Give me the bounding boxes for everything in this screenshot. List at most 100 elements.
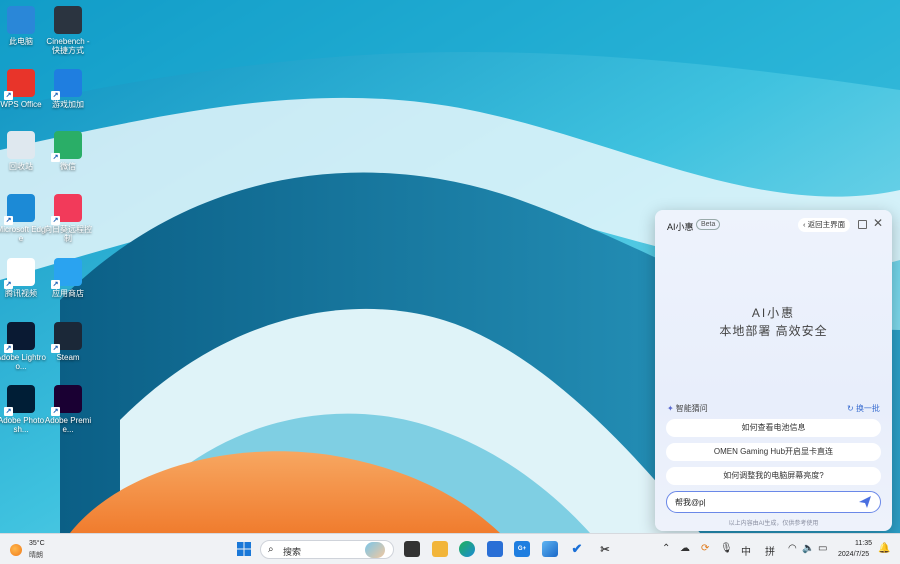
photoshop-icon: ↗	[4, 385, 35, 416]
game-plus-taskbar-icon[interactable]: G+	[514, 541, 530, 557]
close-icon[interactable]: ✕	[873, 216, 883, 230]
monitor-icon	[7, 6, 35, 34]
desktop-shortcut-label: Adobe Premie...	[44, 416, 92, 434]
desktop-shortcut[interactable]: ↗ Adobe Premie...	[45, 385, 91, 434]
taskbar: 35°C 晴朗 ⌕ 搜索 G+ ✔ ✂ ⌃ ☁ ⟳ 🎙 中 拼 ◠ 🔈 ▭ 11…	[0, 533, 900, 564]
start-button[interactable]	[236, 541, 252, 557]
battery-icon[interactable]: ▭	[818, 543, 827, 554]
desktop-shortcut[interactable]: ↗ WPS Office	[0, 69, 44, 109]
sync-icon[interactable]: ⟳	[701, 543, 709, 554]
send-icon[interactable]	[858, 495, 872, 509]
store-icon[interactable]	[487, 541, 503, 557]
clock-time[interactable]: 11:35	[855, 540, 872, 547]
steam-icon: ↗	[51, 322, 82, 353]
desktop-shortcut-label: Steam	[56, 353, 80, 362]
desktop-shortcut[interactable]: ↗ Steam	[45, 322, 91, 362]
desktop-shortcut-label: Adobe Lightroo...	[0, 353, 46, 371]
search-placeholder: 搜索	[283, 547, 302, 557]
desktop-shortcut[interactable]: ↗ Adobe Photosh...	[0, 385, 44, 434]
lightroom-icon: ↗	[4, 322, 35, 353]
shortcut-arrow-icon: ↗	[51, 153, 60, 162]
edge-taskbar-icon[interactable]	[459, 541, 475, 557]
ai-chat-input[interactable]	[675, 496, 855, 508]
back-to-main-button[interactable]: ‹ 返回主界面	[798, 218, 851, 232]
file-explorer-icon[interactable]	[432, 541, 448, 557]
ai-disclaimer: 以上内容由AI生成，仅供参考使用	[728, 521, 819, 527]
desktop-shortcut[interactable]: ↗ 向日葵远程控制	[44, 194, 92, 243]
suggestion-chip[interactable]: 如何查看电池信息	[666, 419, 881, 437]
todo-check-icon[interactable]: ✔	[569, 541, 585, 557]
desktop-shortcut-label: WPS Office	[0, 100, 42, 109]
desktop-shortcut-label: Microsoft Edge	[0, 225, 46, 243]
desktop-shortcut-label: 腾讯视频	[5, 289, 37, 298]
windows-logo-icon	[237, 542, 251, 556]
desktop-shortcut[interactable]: ↗ 腾讯视频	[0, 258, 44, 298]
ime-mode-indicator[interactable]: 拼	[765, 543, 775, 558]
refresh-label: 换一批	[855, 404, 880, 413]
pin-window-icon[interactable]	[858, 220, 867, 229]
ai-hero-subtitle: 本地部署 高效安全	[719, 324, 828, 338]
desktop-shortcut-label: 此电脑	[9, 37, 33, 46]
ai-hero-title: AI小惠	[751, 306, 796, 320]
edge-icon: ↗	[4, 194, 35, 225]
clock-date[interactable]: 2024/7/25	[838, 551, 869, 558]
sunflower-icon: ↗	[51, 194, 82, 225]
premiere-icon: ↗	[51, 385, 82, 416]
suggestion-chip[interactable]: OMEN Gaming Hub开启显卡直连	[666, 443, 881, 461]
shortcut-arrow-icon: ↗	[51, 216, 60, 225]
shortcut-arrow-icon: ↗	[51, 407, 60, 416]
desktop-shortcut[interactable]: ↗ 微信	[45, 131, 91, 171]
ai-panel-header: AI小惠 Beta ‹ 返回主界面 ✕	[655, 210, 892, 240]
desktop-shortcut[interactable]: 此电脑	[0, 6, 44, 46]
shortcut-arrow-icon: ↗	[4, 91, 13, 100]
shortcut-arrow-icon: ↗	[51, 91, 60, 100]
desktop-shortcut-label: 应用商店	[52, 289, 84, 298]
desktop-shortcut[interactable]: Cinebench - 快捷方式	[45, 6, 91, 55]
ai-chat-input-box	[666, 491, 881, 513]
search-highlight-image	[365, 542, 385, 558]
shortcut-arrow-icon: ↗	[4, 280, 13, 289]
weather-sun-icon[interactable]	[10, 544, 22, 556]
desktop-shortcut-label: 微信	[60, 162, 76, 171]
suggestion-chip[interactable]: 如何调整我的电脑屏幕亮度?	[666, 467, 881, 485]
wps-icon: ↗	[4, 69, 35, 100]
weather-temperature[interactable]: 35°C	[29, 540, 45, 547]
app-store-icon: ↗	[51, 258, 82, 289]
beta-badge: Beta	[696, 219, 721, 230]
desktop-shortcut[interactable]: 回收站	[0, 131, 44, 171]
suggestions-label: 智能猜问	[675, 404, 708, 413]
cinebench-icon	[54, 6, 82, 34]
volume-icon[interactable]: 🔈	[802, 543, 814, 554]
desktop-shortcut-label: 向日葵远程控制	[44, 225, 92, 243]
desktop-shortcut-label: 游戏加加	[52, 100, 84, 109]
wifi-icon[interactable]: ◠	[788, 543, 797, 554]
task-view-icon[interactable]	[404, 541, 420, 557]
suggestions-heading: ✦ 智能猜问	[667, 403, 708, 414]
shortcut-arrow-icon: ↗	[4, 216, 13, 225]
shortcut-arrow-icon: ↗	[4, 407, 13, 416]
microphone-icon[interactable]: 🎙	[720, 543, 733, 554]
desktop-shortcut[interactable]: ↗ Microsoft Edge	[0, 194, 46, 243]
ime-language-indicator[interactable]: 中	[741, 543, 751, 558]
shortcut-arrow-icon: ↗	[4, 344, 13, 353]
onedrive-icon[interactable]: ☁	[680, 543, 690, 554]
snipping-tool-icon[interactable]: ✂	[597, 541, 613, 557]
wechat-icon: ↗	[51, 131, 82, 162]
desktop-shortcut-label: Adobe Photosh...	[0, 416, 45, 434]
shortcut-arrow-icon: ↗	[51, 280, 60, 289]
ai-panel-title: AI小惠	[667, 222, 694, 232]
ai-assistant-panel: AI小惠 Beta ‹ 返回主界面 ✕ AI小惠 本地部署 高效安全 ✦ 智能猜问…	[655, 210, 892, 531]
ai-assistant-taskbar-icon[interactable]	[542, 541, 558, 557]
shortcut-arrow-icon: ↗	[51, 344, 60, 353]
desktop-shortcut[interactable]: ↗ 应用商店	[45, 258, 91, 298]
notification-bell-icon[interactable]: 🔔	[878, 543, 890, 554]
desktop-shortcut[interactable]: ↗ 游戏加加	[45, 69, 91, 109]
weather-description[interactable]: 晴朗	[29, 550, 43, 560]
chevron-up-icon[interactable]: ⌃	[662, 543, 670, 554]
taskbar-search-box[interactable]: ⌕ 搜索	[260, 540, 394, 559]
refresh-suggestions-button[interactable]: ↻ 换一批	[847, 403, 880, 414]
desktop-shortcut[interactable]: ↗ Adobe Lightroo...	[0, 322, 46, 371]
game-plus-icon: ↗	[51, 69, 82, 100]
desktop-shortcut-label: Cinebench - 快捷方式	[46, 37, 90, 55]
desktop-shortcut-label: 回收站	[9, 162, 33, 171]
